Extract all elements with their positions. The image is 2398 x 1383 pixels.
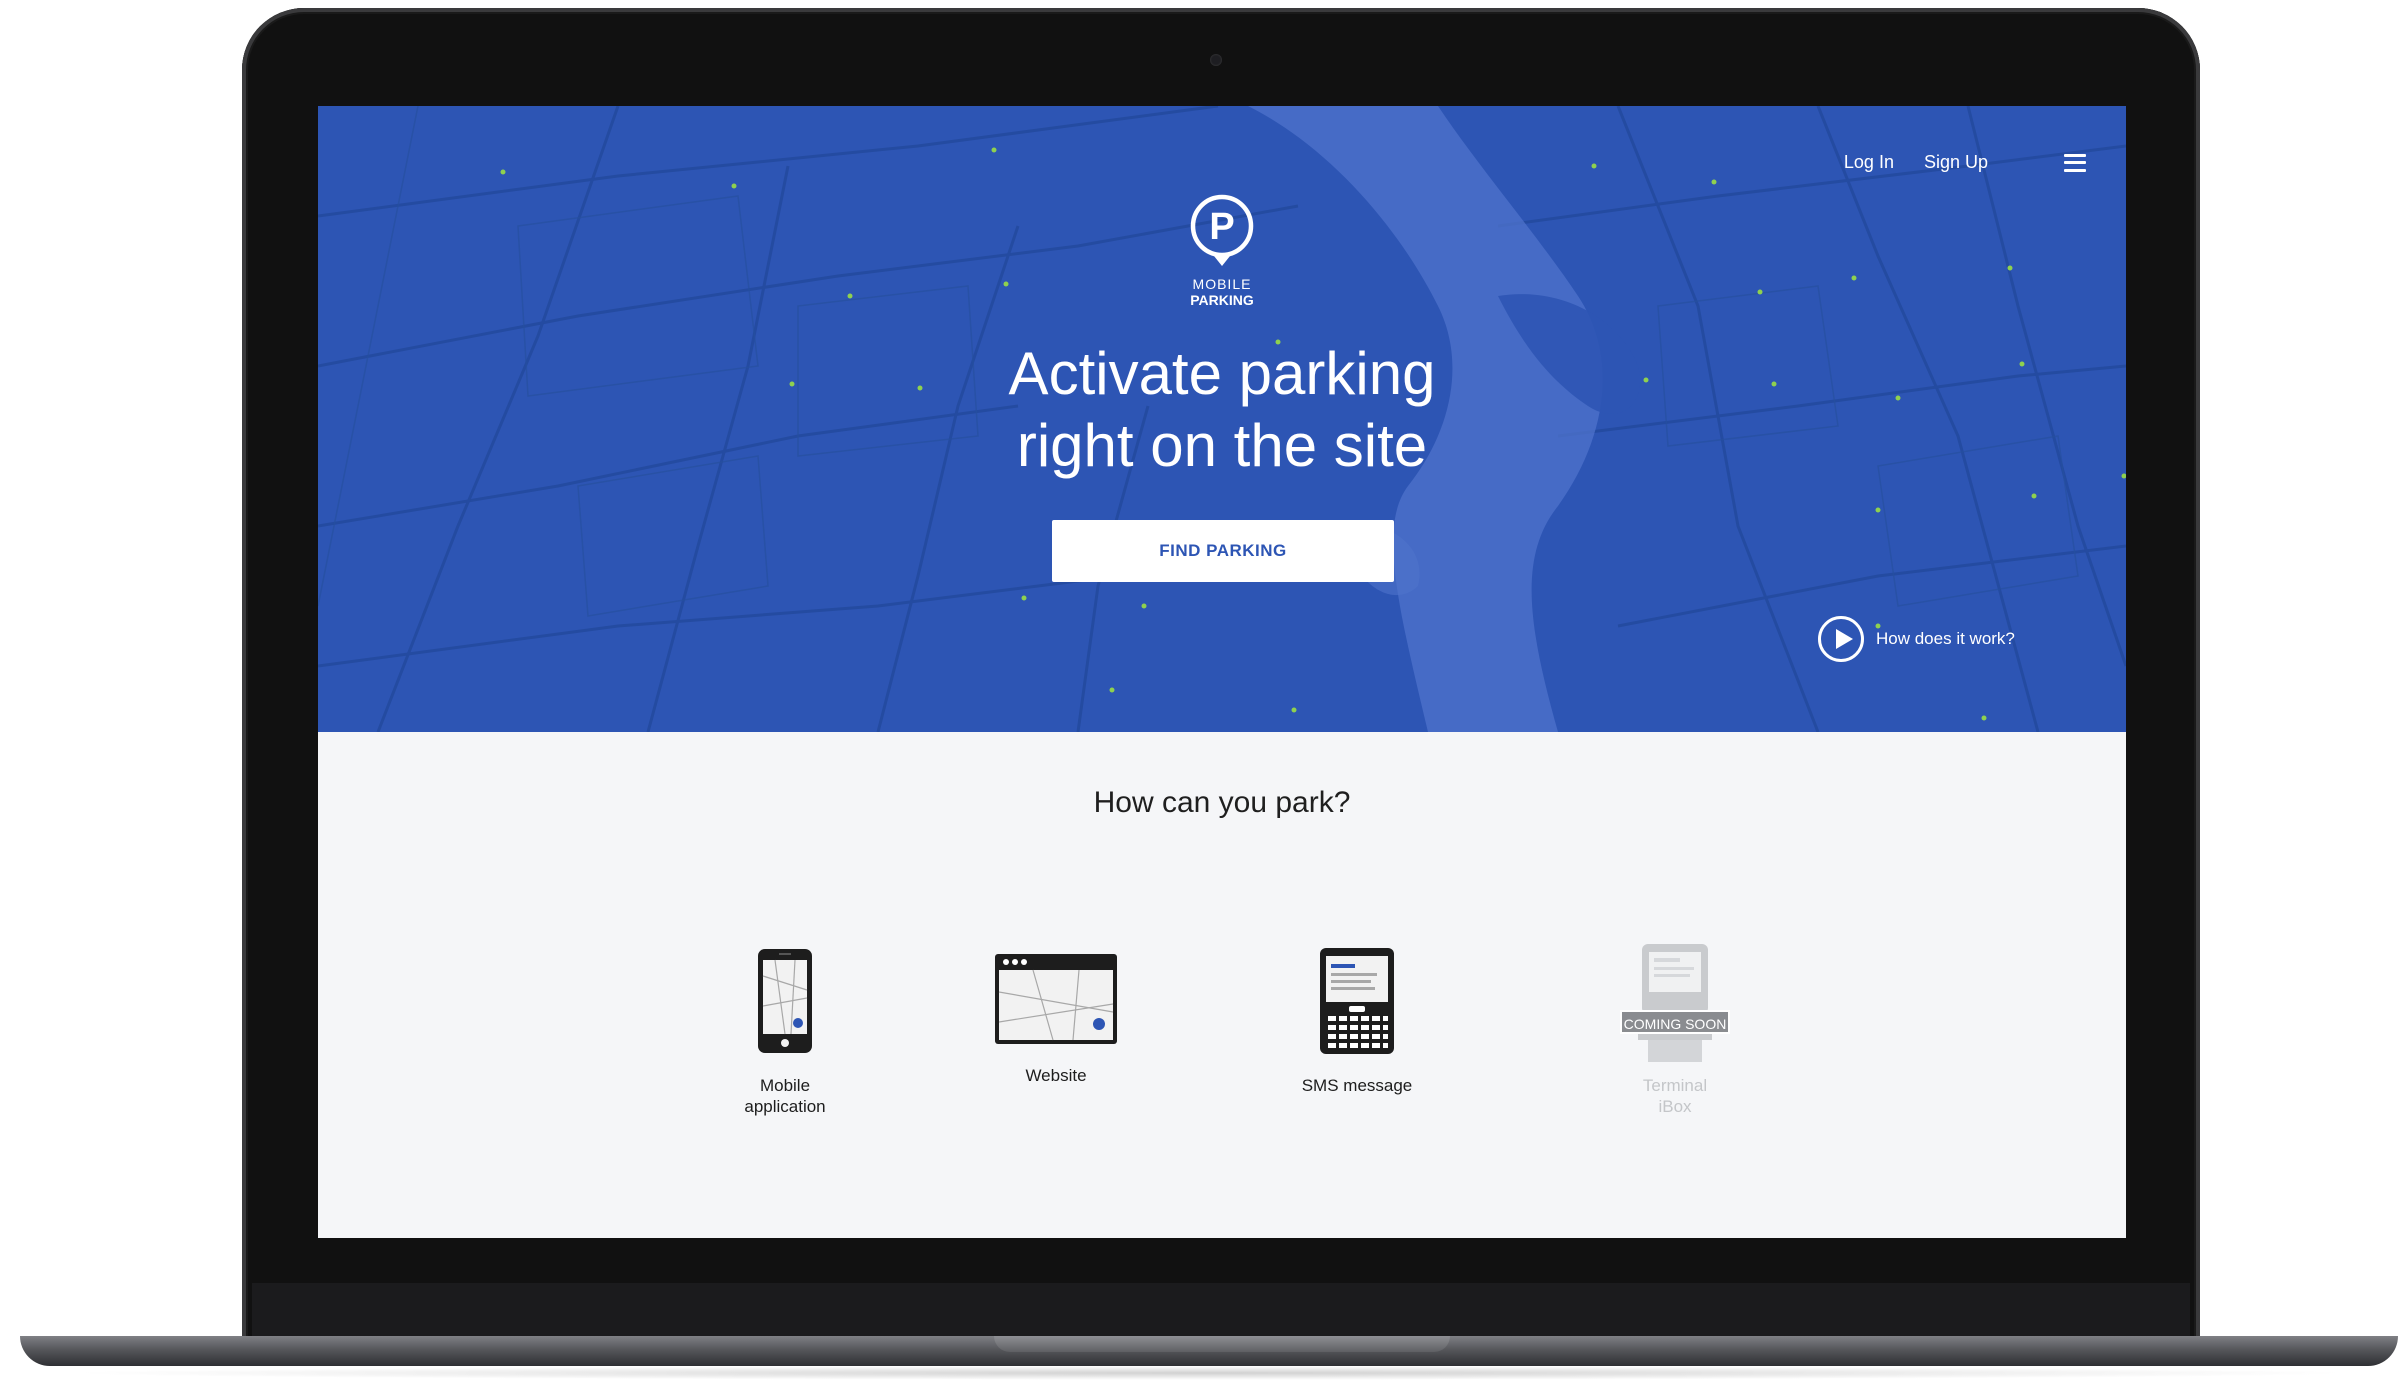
laptop-shadow bbox=[60, 1366, 2360, 1380]
headline-line1: Activate parking bbox=[1008, 340, 1436, 407]
play-icon bbox=[1818, 616, 1864, 662]
parking-pin-icon: P bbox=[1190, 194, 1254, 266]
option-label: Terminal iBox bbox=[1642, 1076, 1708, 1116]
option-mobile-app[interactable]: Mobile application bbox=[715, 946, 855, 1117]
option-sms[interactable]: SMS message bbox=[1292, 946, 1422, 1096]
logo[interactable]: P MOBILE PARKING bbox=[1187, 194, 1257, 307]
terminal-kiosk-icon bbox=[1638, 944, 1712, 1062]
laptop-hinge-notch bbox=[994, 1336, 1450, 1352]
how-it-works-label: How does it work? bbox=[1876, 629, 2015, 648]
hamburger-menu-icon[interactable] bbox=[2064, 153, 2086, 172]
option-website[interactable]: Website bbox=[990, 952, 1122, 1086]
logo-text-line2: PARKING bbox=[1190, 292, 1254, 308]
svg-text:P: P bbox=[1209, 206, 1234, 248]
coming-soon-badge: COMING SOON bbox=[1620, 1010, 1730, 1034]
option-label: Mobile application bbox=[744, 1076, 826, 1116]
logo-text-line1: MOBILE bbox=[1192, 276, 1252, 292]
how-it-works-link[interactable]: How does it work? bbox=[1818, 616, 2015, 662]
login-link[interactable]: Log In bbox=[1844, 152, 1894, 173]
option-label: Website bbox=[1025, 1066, 1087, 1085]
feature-phone-icon bbox=[1320, 948, 1394, 1054]
laptop-mockup: Log In Sign Up P MOBILE PARKING Activate… bbox=[0, 0, 2398, 1383]
browser-map-icon bbox=[995, 954, 1117, 1044]
option-terminal-ibox: COMING SOON Terminal iBox bbox=[1620, 940, 1730, 1117]
top-nav: Log In Sign Up bbox=[1814, 152, 2086, 173]
smartphone-map-icon bbox=[758, 949, 812, 1053]
camera-icon bbox=[1210, 54, 1222, 66]
find-parking-button[interactable]: FIND PARKING bbox=[1052, 520, 1394, 582]
hero-section: Log In Sign Up P MOBILE PARKING Activate… bbox=[318, 106, 2126, 732]
headline-line2: right on the site bbox=[1016, 412, 1428, 479]
signup-link[interactable]: Sign Up bbox=[1924, 152, 1988, 173]
screen: Log In Sign Up P MOBILE PARKING Activate… bbox=[318, 106, 2126, 1238]
option-label: SMS message bbox=[1301, 1076, 1413, 1095]
laptop-bezel bbox=[252, 1283, 2190, 1341]
section-title: How can you park? bbox=[1093, 786, 1351, 819]
hero-headline: Activate parking right on the site bbox=[318, 338, 2126, 482]
